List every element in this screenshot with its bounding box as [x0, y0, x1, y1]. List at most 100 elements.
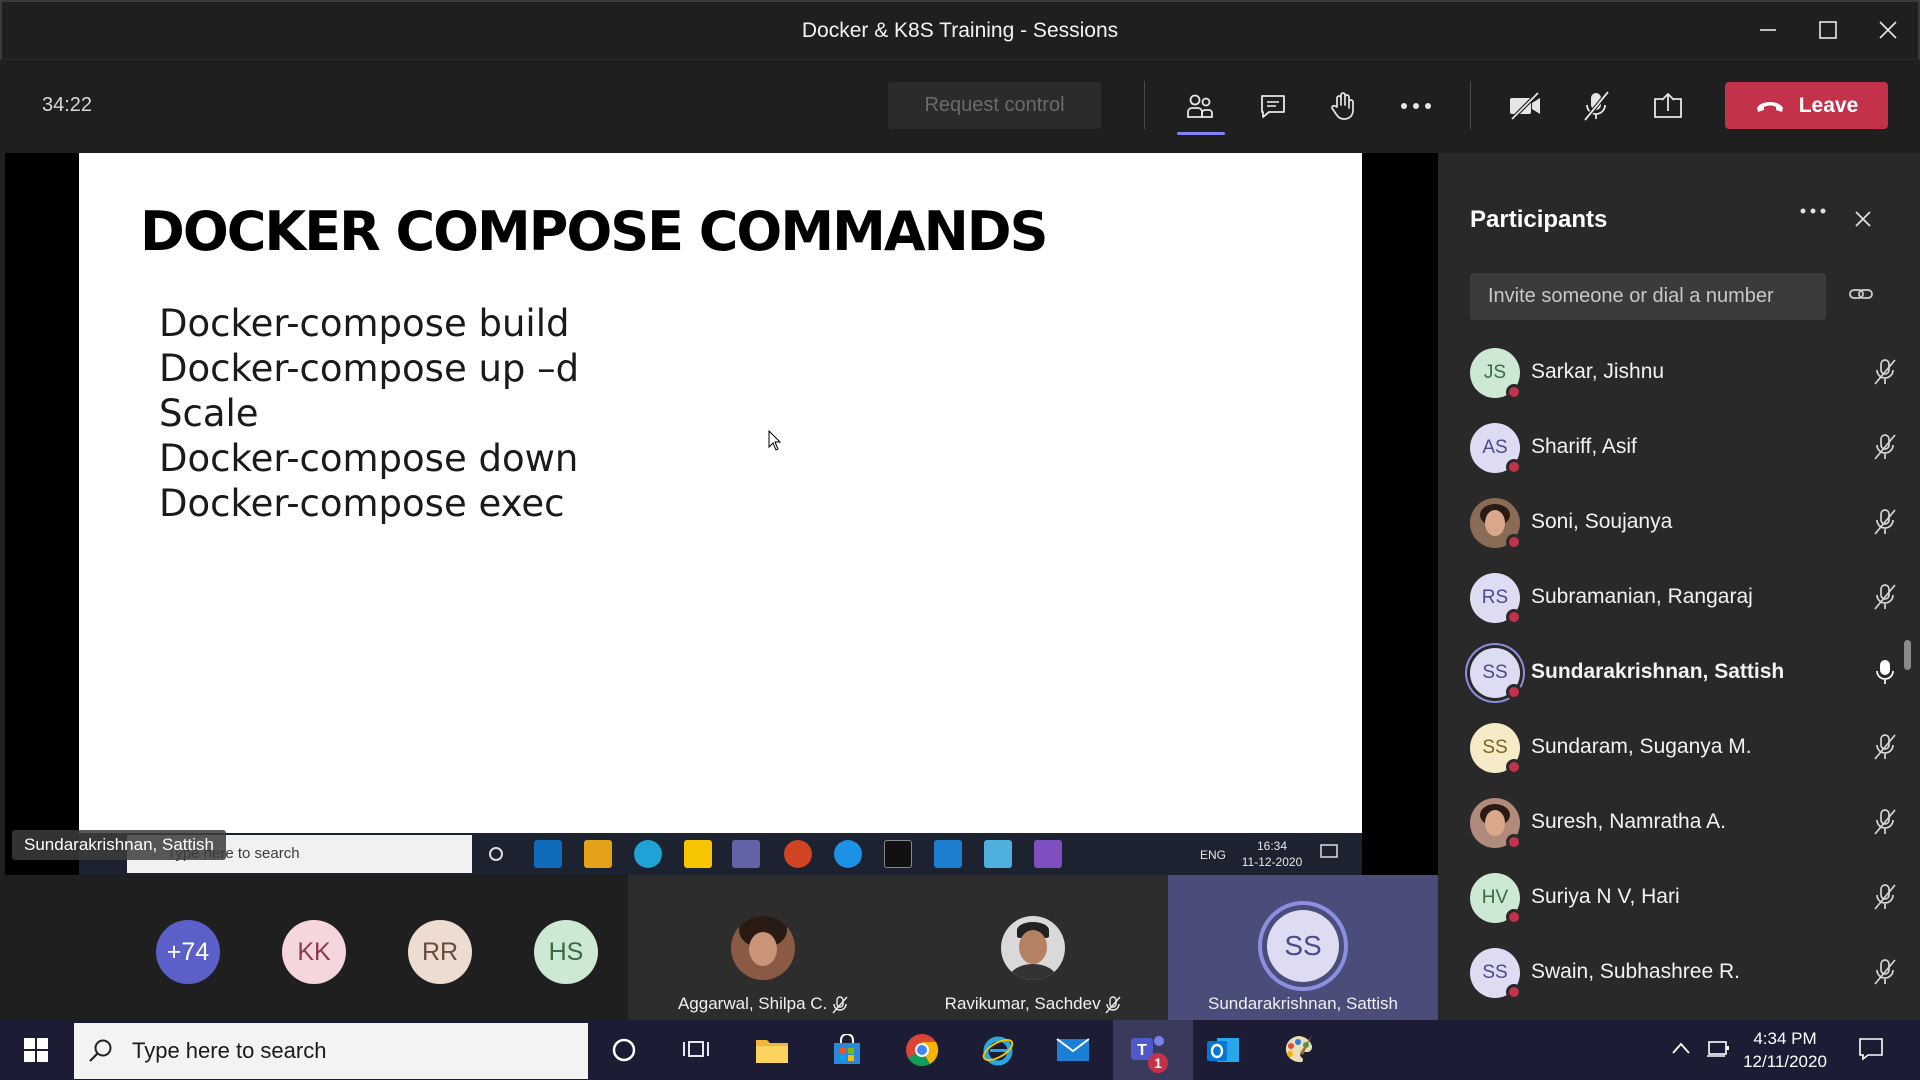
panel-scrollbar[interactable] [1904, 640, 1911, 670]
mail-button[interactable] [1053, 1030, 1093, 1070]
show-conversation-button[interactable] [1247, 82, 1299, 130]
clock-date: 12/11/2020 [1743, 1052, 1827, 1071]
sticky-notes-icon [684, 840, 712, 868]
presence-dot [1506, 534, 1522, 550]
panel-title: Participants [1470, 206, 1608, 233]
presence-dot [1506, 384, 1522, 400]
mic-muted-icon [1872, 508, 1898, 536]
chrome-icon [906, 1034, 939, 1067]
minimize-icon [1760, 29, 1776, 31]
docker-icon [834, 840, 862, 868]
participant-row[interactable]: SS Sundarakrishnan, Sattish [1438, 636, 1908, 711]
show-participants-button[interactable] [1174, 82, 1226, 130]
tile-name: Aggarwal, Shilpa C. [628, 994, 898, 1014]
participant-row[interactable]: Soni, Soujanya [1438, 486, 1908, 561]
panel-more-button[interactable] [1800, 208, 1826, 214]
taskbar-search-box[interactable]: Type here to search [74, 1023, 588, 1079]
request-control-button[interactable]: Request control [888, 82, 1101, 129]
visual-studio-icon [1034, 840, 1062, 868]
raise-hand-button[interactable] [1317, 82, 1369, 130]
notification-icon [1320, 844, 1338, 860]
task-view-icon [683, 1041, 709, 1057]
presence-dot [1506, 459, 1522, 475]
cortana-icon [612, 1038, 636, 1062]
maximize-button[interactable] [1798, 6, 1858, 54]
chrome-button[interactable] [902, 1030, 942, 1070]
file-explorer-button[interactable] [752, 1030, 792, 1070]
participant-avatar: RS [1470, 573, 1522, 625]
tile-name: Ravikumar, Sachdev [898, 994, 1168, 1014]
windows-logo-icon [24, 1038, 48, 1062]
share-invite-link-button[interactable] [1848, 284, 1874, 304]
video-tile[interactable]: Aggarwal, Shilpa C. [628, 875, 898, 1020]
mic-muted-icon [1872, 358, 1898, 386]
video-tile-speaking[interactable]: SS Sundarakrishnan, Sattish [1168, 875, 1438, 1020]
more-actions-button[interactable] [1390, 82, 1442, 130]
minimize-button[interactable] [1738, 6, 1798, 54]
presence-dot [1506, 834, 1522, 850]
more-horizontal-icon [1800, 208, 1826, 214]
camera-toggle-button[interactable] [1499, 82, 1551, 130]
participant-row[interactable]: HV Suriya N V, Hari [1438, 861, 1908, 936]
internet-explorer-button[interactable] [978, 1030, 1018, 1070]
cortana-icon [488, 846, 504, 862]
outlook-icon [1207, 1038, 1239, 1062]
presenter-name-label: Sundarakrishnan, Sattish [12, 830, 226, 860]
more-participants-button[interactable]: +74 [156, 920, 220, 984]
active-tab-indicator [1177, 132, 1225, 135]
mic-toggle-button[interactable] [1570, 82, 1622, 130]
slide-line: Docker-compose exec [159, 482, 565, 525]
action-center-button[interactable] [1858, 1037, 1884, 1061]
gallery-avatar[interactable]: RR [408, 920, 472, 984]
mic-muted-icon [1105, 995, 1121, 1014]
search-icon [88, 1038, 114, 1064]
start-button[interactable] [0, 1020, 72, 1080]
gallery-avatar[interactable]: HS [534, 920, 598, 984]
notification-icon [1859, 1038, 1883, 1061]
participant-name: Subramanian, Rangaraj [1531, 585, 1753, 608]
mic-muted-icon [1872, 583, 1898, 611]
store-button[interactable] [827, 1030, 867, 1070]
terminal-icon [884, 840, 912, 868]
close-icon [1855, 211, 1871, 227]
window-title: Docker & K8S Training - Sessions [801, 19, 1119, 42]
gallery-avatar[interactable]: KK [282, 920, 346, 984]
participant-row[interactable]: Suresh, Namratha A. [1438, 786, 1908, 861]
battery-icon[interactable] [1706, 1040, 1730, 1058]
mic-muted-icon [1874, 359, 1896, 385]
hand-icon [1331, 92, 1354, 120]
participant-row[interactable]: SS Sundaram, Suganya M. [1438, 711, 1908, 786]
close-window-button[interactable] [1858, 6, 1918, 54]
invite-input[interactable] [1470, 273, 1826, 320]
participant-row[interactable]: RS Subramanian, Rangaraj [1438, 561, 1908, 636]
mail-icon [1056, 1038, 1090, 1061]
participant-name: Sundarakrishnan, Sattish [1531, 660, 1785, 683]
participant-row[interactable]: JS Sarkar, Jishnu [1438, 336, 1908, 411]
slide-line: Docker-compose build [159, 302, 570, 345]
paint-taskbar-button[interactable] [1278, 1030, 1318, 1070]
participant-row[interactable]: SS Swain, Subhashree R. [1438, 936, 1908, 1011]
participant-name: Suriya N V, Hari [1531, 885, 1680, 908]
participant-avatar: SS [1470, 948, 1522, 1000]
shared-taskbar-clock: 16:34 11-12-2020 [1232, 838, 1312, 870]
snipping-icon [984, 840, 1012, 868]
leave-button[interactable]: Leave [1725, 82, 1888, 129]
cortana-button[interactable] [604, 1030, 644, 1070]
shared-date: 11-12-2020 [1241, 855, 1303, 869]
presence-dot [1506, 609, 1522, 625]
outlook-taskbar-button[interactable] [1203, 1030, 1243, 1070]
panel-close-button[interactable] [1855, 211, 1871, 227]
task-view-button[interactable] [676, 1030, 716, 1070]
presence-dot [1506, 684, 1522, 700]
mic-muted-icon [1872, 808, 1898, 836]
participant-photo [731, 916, 795, 980]
participant-row[interactable]: AS Shariff, Asif [1438, 411, 1908, 486]
taskbar-clock[interactable]: 4:34 PM 12/11/2020 [1735, 1027, 1835, 1073]
participant-avatar: SS [1470, 648, 1522, 700]
show-hidden-icons-button[interactable] [1672, 1042, 1690, 1054]
participant-name: Sarkar, Jishnu [1531, 360, 1665, 383]
video-tile[interactable]: Ravikumar, Sachdev [898, 875, 1168, 1020]
participant-avatar: HV [1470, 873, 1522, 925]
shared-time: 16:34 [1256, 839, 1288, 853]
share-tray-button[interactable] [1642, 82, 1694, 130]
